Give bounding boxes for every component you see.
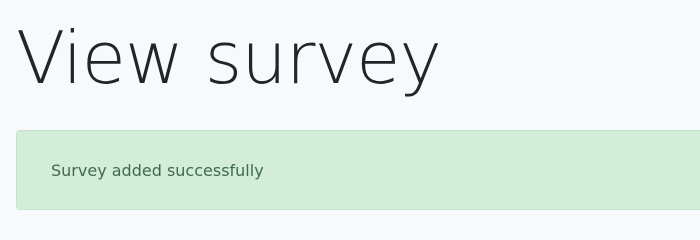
page-title: View survey (16, 16, 442, 100)
success-alert-message: Survey added successfully (51, 160, 264, 180)
page: View survey Survey added successfully (0, 0, 700, 240)
success-alert: Survey added successfully (16, 130, 700, 210)
